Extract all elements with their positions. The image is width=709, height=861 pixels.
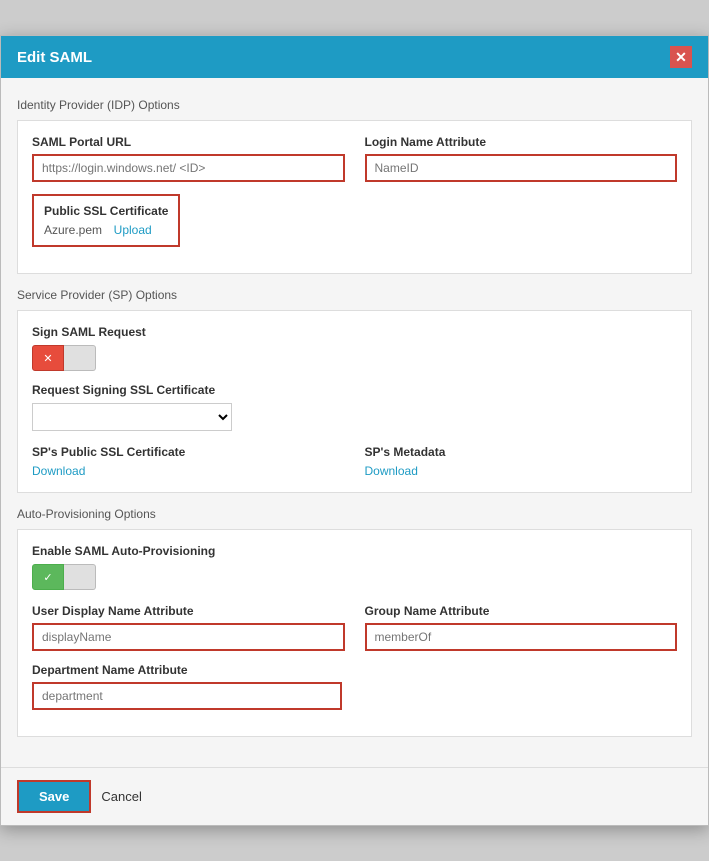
sp-section-label: Service Provider (SP) Options — [17, 288, 692, 302]
edit-saml-modal: Edit SAML ✕ Identity Provider (IDP) Opti… — [0, 35, 709, 826]
signing-cert-label: Request Signing SSL Certificate — [32, 383, 677, 397]
group-name-input[interactable] — [365, 623, 678, 651]
idp-cert-row: Public SSL Certificate Azure.pem Upload — [32, 194, 677, 247]
toggle-off-button[interactable]: ✕ — [32, 345, 64, 371]
toggle-on-icon: ✓ — [43, 571, 52, 584]
sp-metadata-label: SP's Metadata — [365, 445, 678, 459]
close-button[interactable]: ✕ — [670, 46, 692, 68]
department-group: Department Name Attribute — [32, 663, 342, 710]
upload-link[interactable]: Upload — [114, 223, 152, 237]
idp-section-box: SAML Portal URL Login Name Attribute Pub… — [17, 120, 692, 274]
auto-section-box: Enable SAML Auto-Provisioning ✓ User Dis… — [17, 529, 692, 737]
idp-top-row: SAML Portal URL Login Name Attribute — [32, 135, 677, 182]
display-name-group: User Display Name Attribute — [32, 604, 345, 651]
toggle-off-icon: ✕ — [43, 352, 52, 365]
saml-url-group: SAML Portal URL — [32, 135, 345, 182]
login-name-input[interactable] — [365, 154, 678, 182]
sp-public-cert-col: SP's Public SSL Certificate Download — [32, 445, 345, 478]
modal-body: Identity Provider (IDP) Options SAML Por… — [1, 78, 708, 767]
sp-public-cert-download[interactable]: Download — [32, 464, 85, 478]
enable-auto-group: Enable SAML Auto-Provisioning ✓ — [32, 544, 677, 590]
sp-metadata-download[interactable]: Download — [365, 464, 418, 478]
sp-section-box: Sign SAML Request ✕ Request Signing SSL … — [17, 310, 692, 493]
cert-label: Public SSL Certificate — [44, 204, 168, 218]
saml-url-label: SAML Portal URL — [32, 135, 345, 149]
sign-request-label: Sign SAML Request — [32, 325, 677, 339]
modal-title: Edit SAML — [17, 49, 92, 66]
saml-url-input[interactable] — [32, 154, 345, 182]
sp-metadata-col: SP's Metadata Download — [365, 445, 678, 478]
sign-request-group: Sign SAML Request ✕ — [32, 325, 677, 371]
display-name-label: User Display Name Attribute — [32, 604, 345, 618]
save-button[interactable]: Save — [17, 780, 91, 813]
idp-section-label: Identity Provider (IDP) Options — [17, 98, 692, 112]
signing-cert-group: Request Signing SSL Certificate — [32, 383, 677, 431]
department-input[interactable] — [32, 682, 342, 710]
login-name-label: Login Name Attribute — [365, 135, 678, 149]
public-ssl-cert-box: Public SSL Certificate Azure.pem Upload — [32, 194, 180, 247]
cert-file: Azure.pem — [44, 223, 102, 237]
department-row: Department Name Attribute — [32, 663, 677, 710]
enable-auto-toggle: ✓ — [32, 564, 677, 590]
toggle-on-right[interactable] — [64, 564, 96, 590]
toggle-off-right[interactable] — [64, 345, 96, 371]
enable-auto-label: Enable SAML Auto-Provisioning — [32, 544, 677, 558]
group-name-group: Group Name Attribute — [365, 604, 678, 651]
auto-section-label: Auto-Provisioning Options — [17, 507, 692, 521]
sp-cert-meta-row: SP's Public SSL Certificate Download SP'… — [32, 445, 677, 478]
toggle-on-button[interactable]: ✓ — [32, 564, 64, 590]
sp-public-cert-label: SP's Public SSL Certificate — [32, 445, 345, 459]
display-name-input[interactable] — [32, 623, 345, 651]
sign-request-toggle: ✕ — [32, 345, 677, 371]
auto-top-row: User Display Name Attribute Group Name A… — [32, 604, 677, 651]
department-label: Department Name Attribute — [32, 663, 342, 677]
signing-cert-select[interactable] — [32, 403, 232, 431]
modal-header: Edit SAML ✕ — [1, 36, 708, 78]
group-name-label: Group Name Attribute — [365, 604, 678, 618]
modal-footer: Save Cancel — [1, 767, 708, 825]
login-name-group: Login Name Attribute — [365, 135, 678, 182]
cancel-button[interactable]: Cancel — [101, 789, 141, 804]
